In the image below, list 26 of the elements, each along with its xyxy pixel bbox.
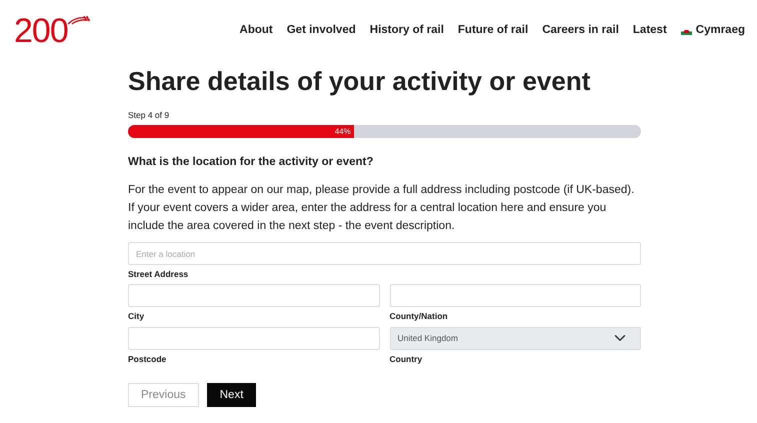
nav-link[interactable]: Careers in rail [542,22,619,40]
swoosh-icon [68,14,92,26]
question-heading: What is the location for the activity or event? [128,154,374,170]
flag-icon [680,28,692,34]
field-label: County/Nation [390,311,449,322]
location-field[interactable]: Enter a location [128,242,641,266]
step-label: Step 4 of 9 [128,109,170,122]
previous-button[interactable]: Previous [128,382,199,407]
text-field[interactable] [128,326,380,350]
nav-link[interactable]: Cymraeg [680,22,745,40]
nav-link[interactable]: Get involved [286,22,356,40]
progress-fill: 44% [128,124,354,138]
next-button[interactable]: Next [206,382,256,407]
nav-link[interactable]: About [240,22,273,40]
nav-link[interactable]: Future of rail [458,22,528,40]
nav-link[interactable]: Latest [632,22,667,40]
page-title: Share details of your activity or event [128,66,592,98]
description-text: For the event to appear on our map, please provide a full address including postcode (if UK-based). If your event covers a wider area, enter the address for a central location here and ensure you include the area covered in the next step - the event description. [128,183,636,234]
field-label: Street Address [128,269,190,280]
field-label: Postcode [128,354,168,364]
field-label: City [128,311,146,322]
text-field[interactable] [128,284,380,308]
field-label: Country [390,354,424,364]
logo-text[interactable]: 200 [14,14,68,48]
text-field[interactable] [390,284,641,308]
nav-link[interactable]: History of rail [370,22,444,40]
